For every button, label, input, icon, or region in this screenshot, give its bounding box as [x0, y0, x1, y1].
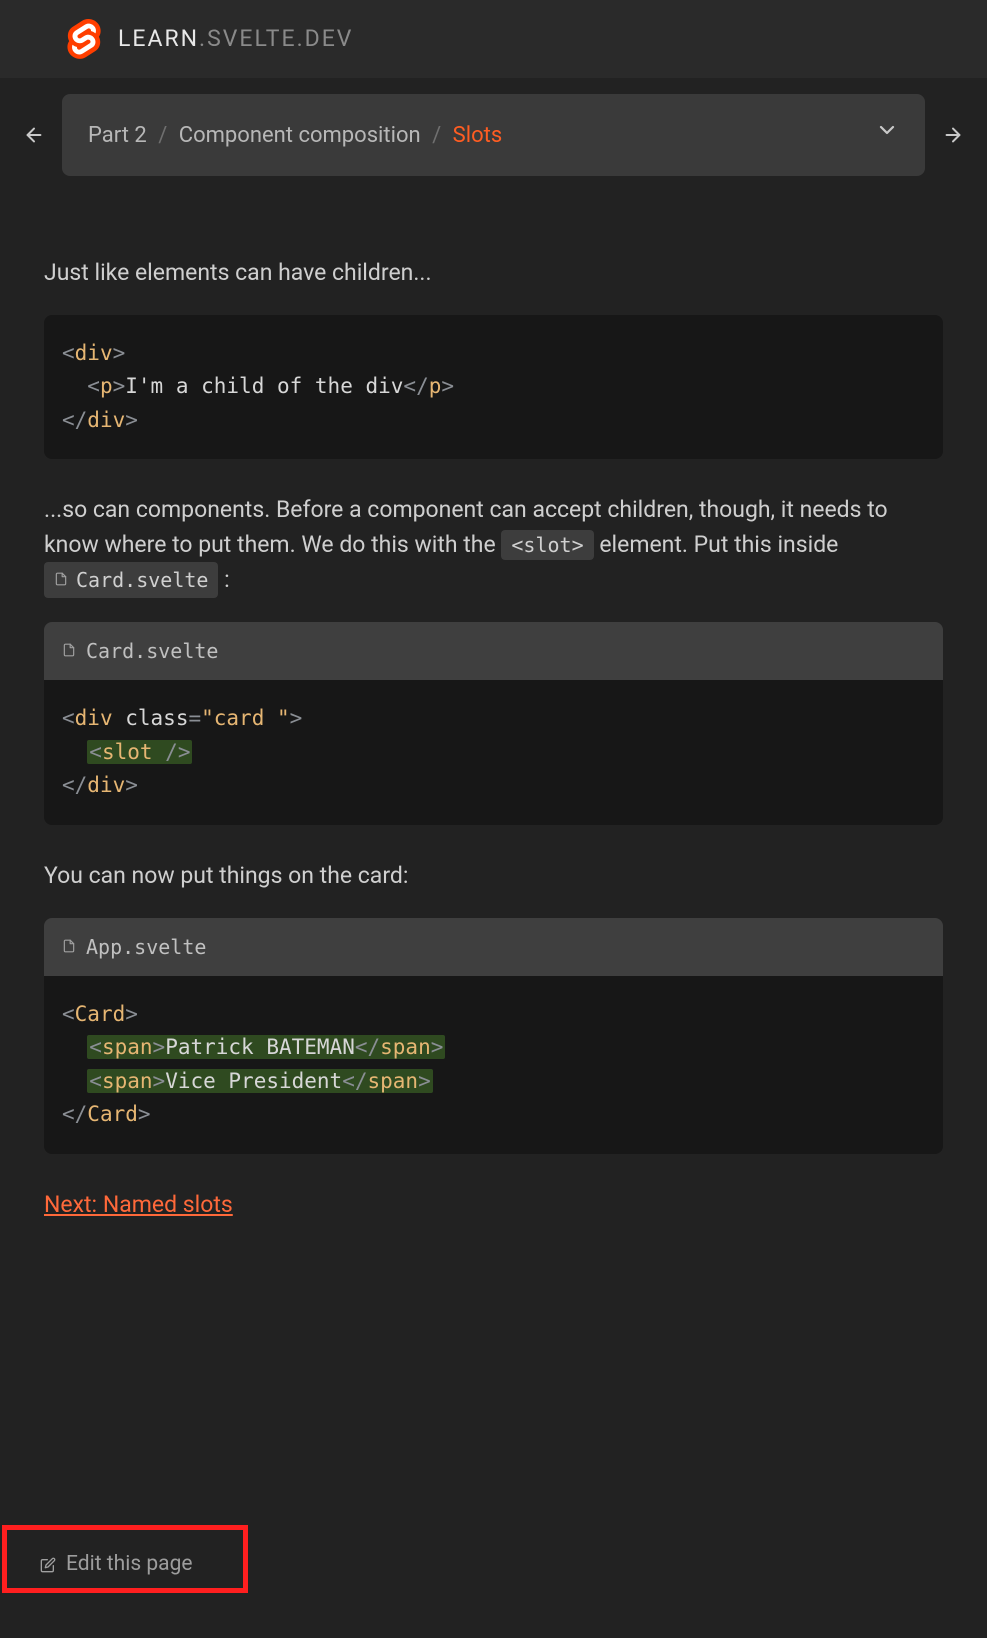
site-header: LEARN.SVELTE.DEV [0, 0, 987, 78]
page-footer: Edit this page [0, 1537, 233, 1596]
edit-page-link[interactable]: Edit this page [40, 1549, 193, 1581]
code-block-2: <div class="card "> <slot /> </div> [44, 680, 943, 825]
next-link[interactable]: Next: Named slots [44, 1191, 233, 1218]
edit-icon [40, 1556, 56, 1574]
file-icon [62, 938, 78, 956]
chevron-down-icon [875, 118, 899, 152]
main-content: Just like elements can have children... … [0, 176, 987, 1276]
brand-rest: .SVELTE.DEV [199, 25, 353, 52]
crumb-current: Slots [453, 123, 503, 148]
code-file-header-2: Card.svelte [44, 622, 943, 680]
paragraph-3: You can now put things on the card: [44, 859, 943, 894]
nav-row: Part 2 / Component composition / Slots [0, 78, 987, 176]
file-icon [62, 642, 78, 660]
file-icon [54, 571, 70, 589]
paragraph-2: ...so can components. Before a component… [44, 493, 943, 598]
intro-paragraph: Just like elements can have children... [44, 256, 943, 291]
crumb-sep: / [432, 123, 441, 148]
code-file-header-3: App.svelte [44, 918, 943, 976]
crumb-section: Component composition [179, 123, 421, 148]
crumb-part: Part 2 [88, 123, 147, 148]
svelte-logo[interactable] [66, 18, 102, 60]
brand-learn: LEARN [118, 25, 199, 52]
code-block-3: <Card> <span>Patrick BATEMAN</span> <spa… [44, 976, 943, 1154]
code-block-1: <div> <p>I'm a child of the div</p> </di… [44, 315, 943, 460]
breadcrumb: Part 2 / Component composition / Slots [88, 119, 502, 152]
code-file-name: App.svelte [86, 932, 206, 962]
code-file-name: Card.svelte [86, 636, 218, 666]
next-arrow[interactable] [935, 117, 971, 153]
breadcrumb-dropdown[interactable]: Part 2 / Component composition / Slots [62, 94, 925, 176]
crumb-sep: / [158, 123, 167, 148]
inline-code-slot: <slot> [501, 530, 593, 560]
edit-page-label: Edit this page [66, 1549, 193, 1581]
brand-text: LEARN.SVELTE.DEV [118, 22, 353, 57]
inline-file-card: Card.svelte [44, 562, 218, 598]
prev-arrow[interactable] [16, 117, 52, 153]
